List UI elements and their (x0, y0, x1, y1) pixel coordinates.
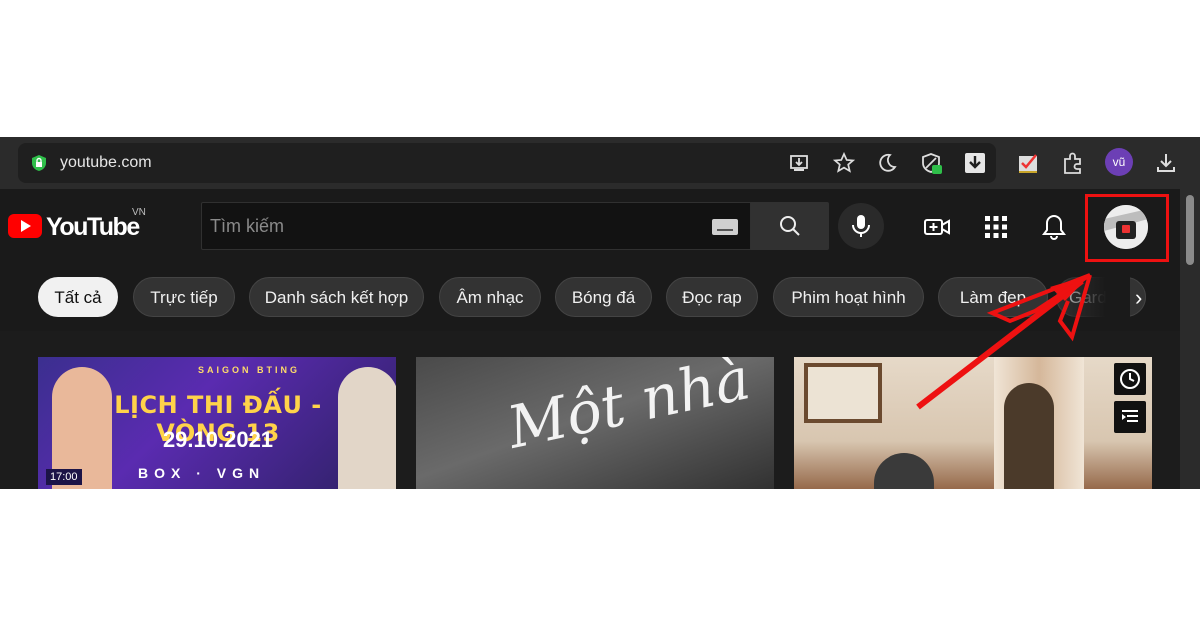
chip-live[interactable]: Trực tiếp (133, 277, 235, 317)
thumbnail-sponsor-logos: SAIGON BTING (198, 365, 301, 375)
thumbnail-date-text: 29.10.2021 (162, 427, 274, 452)
address-bar[interactable]: youtube.com (18, 143, 996, 183)
search-icon (780, 216, 800, 236)
screenshot-crop: youtube.com vũ YouTube VN Tìm kiếm Tất c… (0, 137, 1200, 489)
dark-mode-moon-icon[interactable] (876, 152, 898, 174)
avatar-highlight-annotation (1085, 194, 1169, 262)
video-thumbnail-2[interactable]: Một nhà (416, 357, 774, 489)
checklist-extension-icon[interactable] (1016, 150, 1042, 176)
scrollbar-thumb[interactable] (1186, 195, 1194, 265)
thumbnail-time-text: 17:00 (46, 469, 82, 485)
voice-search-button[interactable] (838, 203, 884, 249)
video-thumbnail-1[interactable]: SAIGON BTING LỊCH THI ĐẤU - VÒNG 13 29.1… (38, 357, 396, 489)
youtube-play-logo-icon (8, 214, 42, 238)
chip-mixes[interactable]: Danh sách kết hợp (249, 277, 424, 317)
download-box-icon[interactable] (964, 152, 986, 174)
secure-lock-icon (32, 155, 46, 171)
youtube-masthead: YouTube VN (0, 189, 1180, 265)
notifications-bell-icon[interactable] (1040, 213, 1068, 241)
apps-grid-icon[interactable] (982, 213, 1010, 241)
logo-text: YouTube (46, 213, 140, 241)
search-box (201, 202, 751, 250)
wall-painting (804, 363, 882, 423)
queue-icon (1122, 410, 1138, 422)
region-code: VN (132, 207, 146, 218)
chip-rap[interactable]: Đọc rap (666, 277, 758, 317)
microphone-icon (852, 215, 870, 237)
chip-music[interactable]: Âm nhạc (439, 277, 541, 317)
thumbnail-team-logos: BOX · VGN (138, 465, 266, 481)
chip-all[interactable]: Tất cả (38, 277, 118, 317)
thumbnail-script-title: Một nhà (501, 357, 756, 462)
search-button[interactable] (751, 202, 829, 250)
install-app-icon[interactable] (788, 152, 810, 174)
chip-next-arrow-icon[interactable]: › (1135, 285, 1142, 311)
search-input[interactable] (202, 203, 702, 249)
clock-icon (1120, 369, 1140, 389)
annotation-arrow (916, 273, 1092, 410)
page-scrollbar[interactable] (1180, 189, 1200, 489)
chip-football[interactable]: Bóng đá (555, 277, 652, 317)
bookmark-star-icon[interactable] (832, 151, 856, 174)
downloads-icon[interactable] (1153, 150, 1179, 176)
browser-toolbar: youtube.com vũ (0, 137, 1200, 189)
extensions-puzzle-icon[interactable] (1060, 150, 1086, 176)
browser-profile-avatar[interactable]: vũ (1105, 148, 1133, 176)
create-video-icon[interactable] (923, 213, 951, 241)
keyboard-icon[interactable] (712, 219, 738, 235)
shield-extension-icon[interactable] (920, 152, 942, 174)
player-figure-right (338, 367, 396, 489)
seated-person (874, 453, 934, 489)
url-text: youtube.com (60, 154, 152, 171)
